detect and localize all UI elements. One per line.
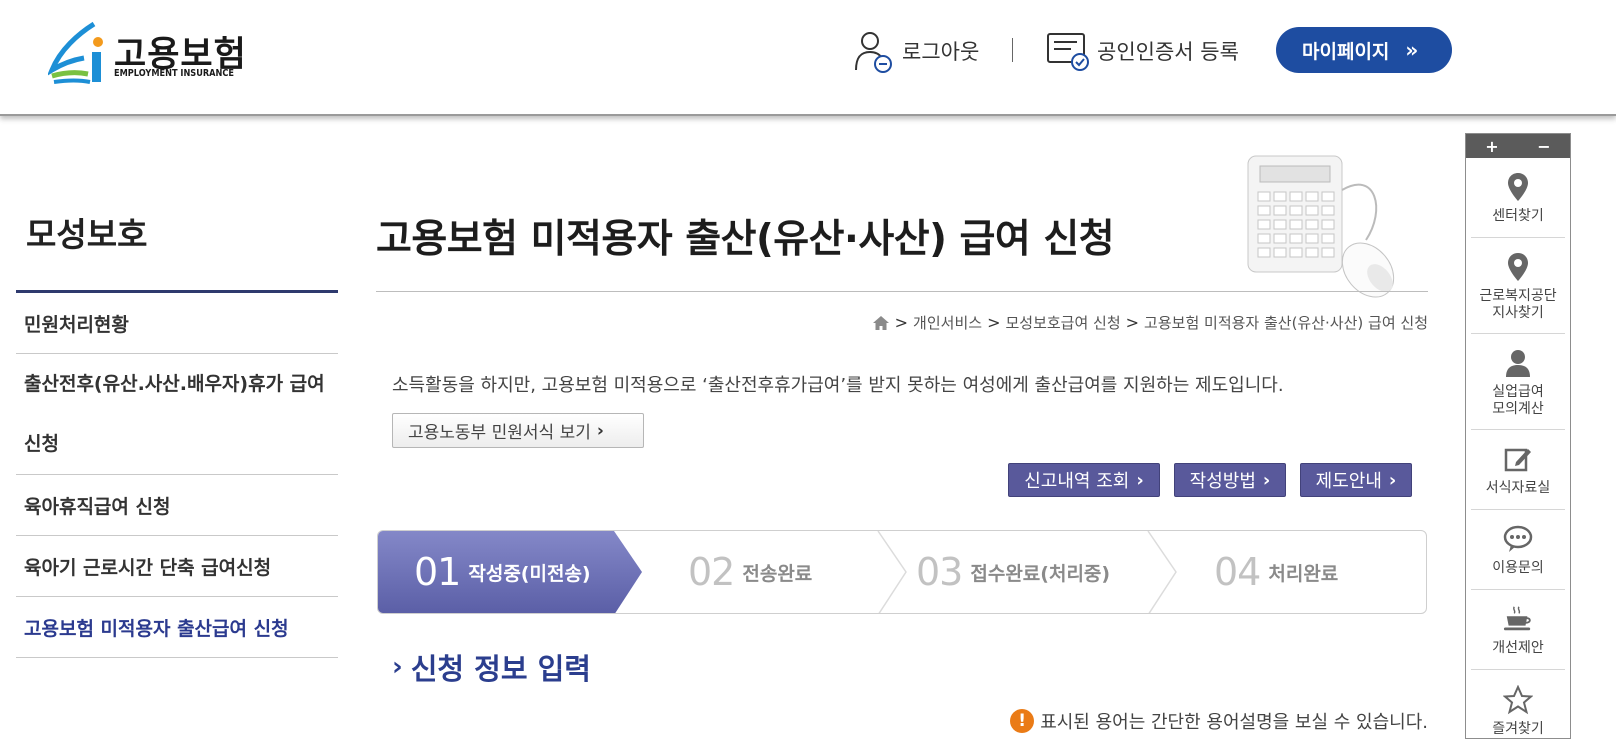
certificate-register-link[interactable]: 공인인증서 등록 [1045,28,1239,74]
report-history-label: 신고내역 조회 [1024,471,1130,492]
report-history-button[interactable]: 신고내역 조회 › [1008,463,1160,497]
step-writing: 01 작성중(미전송) [414,531,591,613]
title-divider [376,291,1428,292]
step-number: 03 [916,550,963,594]
step-received: 03 접수완료(처리중) [916,531,1110,613]
system-guide-button[interactable]: 제도안내 › [1300,463,1412,497]
breadcrumb-separator: > [894,313,909,332]
chevron-right-icon: › [1388,469,1397,491]
logout-link[interactable]: 로그아웃 [850,28,979,74]
breadcrumb-separator: > [1125,313,1140,332]
double-chevron-right-icon: » [1405,38,1418,62]
sidebar-item-complaint-status[interactable]: 민원처리현황 [16,293,338,354]
star-icon [1503,683,1533,717]
view-forms-label: 고용노동부 민원서식 보기 [408,423,591,443]
view-forms-button[interactable]: 고용노동부 민원서식 보기 › [392,413,644,448]
section-title: 신청 정보 입력 [410,652,591,686]
how-to-write-button[interactable]: 작성방법 › [1174,463,1286,497]
warning-icon: ! [1010,709,1035,733]
term-notice: ! 표시된 용어는 간단한 용어설명을 보실 수 있습니다. [1010,708,1428,734]
logout-icon [855,32,892,73]
quick-unemployment-calculator[interactable]: 실업급여 모의계산 [1471,334,1565,430]
quick-menu-zoom-bar: + − [1466,134,1570,158]
zoom-in-button[interactable]: + [1485,137,1498,156]
edit-icon [1503,442,1533,476]
sidebar-nav: 민원처리현황 출산전후(유산.사산.배우자)휴가 급여 신청 육아휴직급여 신청… [16,290,338,658]
breadcrumb-item-personal-service[interactable]: 개인서비스 [913,312,982,333]
how-to-write-label: 작성방법 [1189,471,1256,492]
chevron-right-icon: › [392,652,403,682]
step-label: 작성중(미전송) [468,562,591,585]
quick-menu: + − 센터찾기 근로복지공단 지사찾기 실업급여 모의계산 서식자료실 이용문… [1465,133,1571,739]
quick-item-label: 이용문의 [1492,560,1544,576]
certificate-register-label: 공인인증서 등록 [1097,40,1239,64]
sidebar-title: 모성보호 [26,215,148,254]
quick-item-label: 즐겨찾기 [1492,720,1544,737]
calculator-mouse-illustration [1247,155,1395,298]
home-icon[interactable] [872,315,890,331]
site-header: 고용보험 EMPLOYMENT INSURANCE 로그아웃 공인인증서 등록 … [0,0,1616,116]
step-number: 04 [1214,550,1261,594]
zoom-out-button[interactable]: − [1537,137,1550,156]
person-icon [1503,346,1533,380]
step-number: 01 [414,550,461,594]
page-title: 고용보험 미적용자 출산(유산·사산) 급여 신청 [376,217,1115,262]
pin-icon [1503,250,1533,284]
sidebar-item-parental-leave-benefit[interactable]: 육아휴직급여 신청 [16,475,338,536]
quick-branch-search[interactable]: 근로복지공단 지사찾기 [1471,238,1565,334]
step-label: 전송완료 [742,562,813,585]
step-label: 접수완료(처리중) [970,562,1111,585]
quick-item-label: 서식자료실 [1485,480,1551,496]
sidebar-item-uninsured-maternity-benefit[interactable]: 고용보험 미적용자 출산급여 신청 [16,597,338,658]
certificate-icon [1047,33,1089,71]
pin-icon [1503,170,1533,204]
breadcrumb-item-maternity-benefit[interactable]: 모성보호급여 신청 [1005,312,1120,333]
quick-item-label: 근로복지공단 지사찾기 [1479,287,1557,321]
term-notice-text: 표시된 용어는 간단한 용어설명을 보실 수 있습니다. [1040,712,1428,733]
quick-suggestion[interactable]: 개선제안 [1471,590,1565,670]
breadcrumb-separator: > [987,313,1001,332]
quick-inquiry[interactable]: 이용문의 [1471,510,1565,590]
coffee-icon [1503,602,1533,636]
logo-mark-icon [48,21,103,84]
header-divider [1012,38,1013,62]
section-heading: › 신청 정보 입력 [392,646,591,688]
mypage-button[interactable]: 마이페이지 » [1276,27,1452,73]
breadcrumb-item-current: 고용보험 미적용자 출산(유산·사산) 급여 신청 [1144,314,1428,332]
chevron-right-icon: › [596,420,604,441]
mypage-label: 마이페이지 [1302,40,1390,63]
quick-forms-library[interactable]: 서식자료실 [1471,430,1565,510]
step-completed: 04 처리완료 [1214,531,1338,613]
system-guide-label: 제도안내 [1315,471,1382,492]
quick-item-label: 개선제안 [1492,640,1544,656]
logout-label: 로그아웃 [902,40,980,64]
step-sent: 02 전송완료 [688,531,812,613]
quick-favorites[interactable]: 즐겨찾기 [1471,670,1565,739]
step-label: 처리완료 [1268,562,1339,585]
chevron-right-icon: › [1136,469,1144,491]
logo-subtitle: EMPLOYMENT INSURANCE [114,68,235,79]
breadcrumb: > 개인서비스 > 모성보호급여 신청 > 고용보험 미적용자 출산(유산·사산… [872,312,1428,333]
step-number: 02 [688,550,735,594]
quick-center-search[interactable]: 센터찾기 [1471,158,1565,238]
sidebar-item-reduced-hours-benefit[interactable]: 육아기 근로시간 단축 급여신청 [16,536,338,597]
chat-icon [1503,522,1533,556]
page-description: 소득활동을 하지만, 고용보험 미적용으로 ‘출산전후휴가급여’를 받지 못하는… [392,375,1284,396]
employment-insurance-logo[interactable]: 고용보험 EMPLOYMENT INSURANCE [48,20,248,90]
chevron-right-icon: › [1262,469,1271,491]
quick-item-label: 센터찾기 [1492,208,1544,224]
progress-steps: 01 작성중(미전송) 02 전송완료 03 접수완료(처리중) 04 처리완료 [377,530,1427,614]
quick-item-label: 실업급여 모의계산 [1492,383,1544,417]
sidebar-item-maternity-leave-benefit[interactable]: 출산전후(유산.사산.배우자)휴가 급여 신청 [16,354,338,475]
